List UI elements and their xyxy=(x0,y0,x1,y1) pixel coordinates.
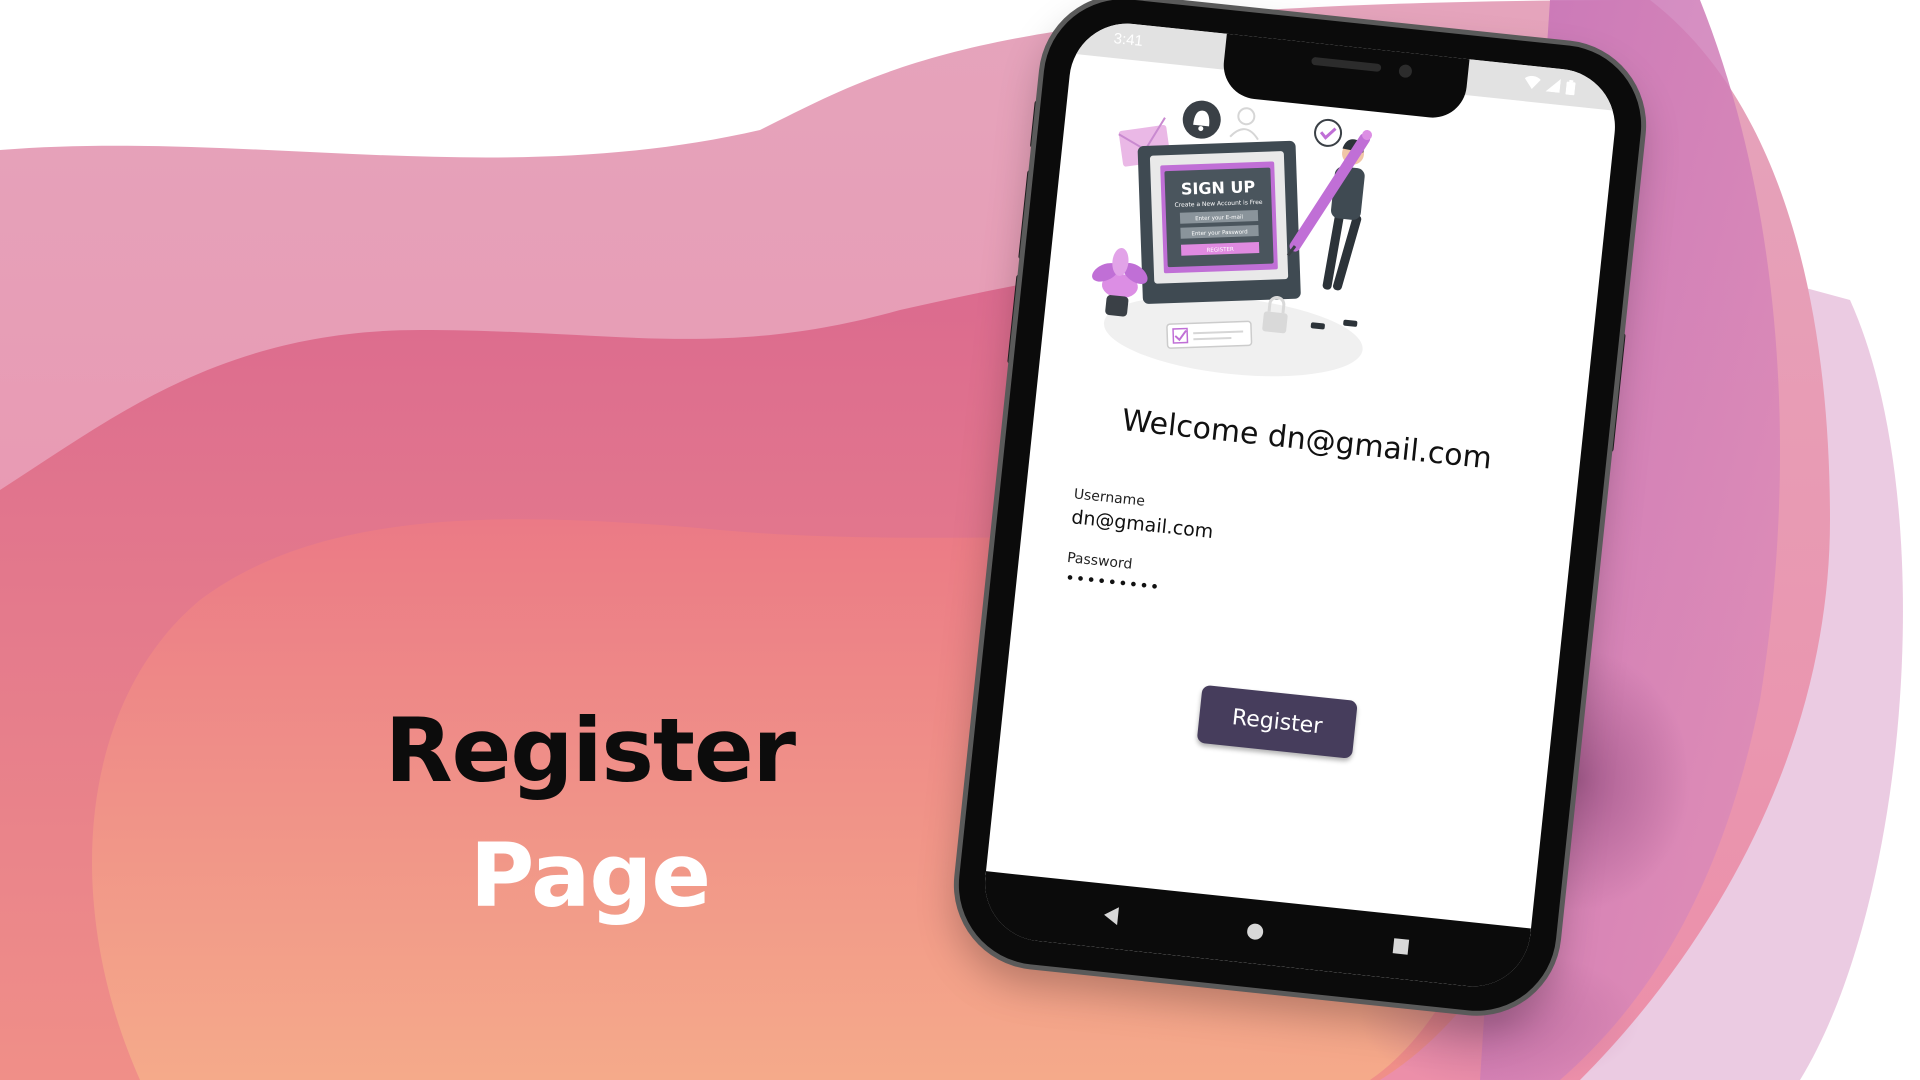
check-badge-icon xyxy=(1314,118,1343,147)
phone-body: 3:41 SIGN UP Create a New Account is Fre… xyxy=(950,0,1650,1019)
status-icons xyxy=(1524,75,1576,96)
phone-mockup: 3:41 SIGN UP Create a New Account is Fre… xyxy=(950,0,1650,1019)
front-camera xyxy=(1398,63,1413,79)
register-button[interactable]: Register xyxy=(1196,684,1358,759)
padlock-icon xyxy=(1262,296,1288,334)
user-icon xyxy=(1229,107,1259,141)
status-time: 3:41 xyxy=(1112,30,1144,50)
signal-icon xyxy=(1545,78,1561,93)
hero-title-page: Page xyxy=(469,824,711,927)
speaker-grille xyxy=(1311,56,1382,73)
battery-icon xyxy=(1565,79,1576,96)
illustration-button: REGISTER xyxy=(1206,247,1234,254)
home-icon[interactable] xyxy=(1246,922,1264,941)
signup-illustration: SIGN UP Create a New Account is Free Ent… xyxy=(1092,100,1373,377)
bell-icon xyxy=(1182,100,1221,139)
recents-icon[interactable] xyxy=(1392,938,1410,955)
hero-title-register: Register xyxy=(384,699,796,802)
back-icon[interactable] xyxy=(1101,905,1121,927)
illustration-heading: SIGN UP xyxy=(1181,177,1256,199)
monitor-icon: SIGN UP Create a New Account is Free Ent… xyxy=(1137,140,1301,304)
username-field[interactable]: Username dn@gmail.com xyxy=(1070,486,1216,543)
welcome-heading: Welcome dn@gmail.com xyxy=(1120,403,1494,477)
checkbox-card-icon xyxy=(1166,320,1253,349)
wifi-icon xyxy=(1524,75,1541,89)
phone-screen: 3:41 SIGN UP Create a New Account is Fre… xyxy=(979,17,1621,993)
password-field[interactable]: Password ••••••••• xyxy=(1064,550,1163,597)
